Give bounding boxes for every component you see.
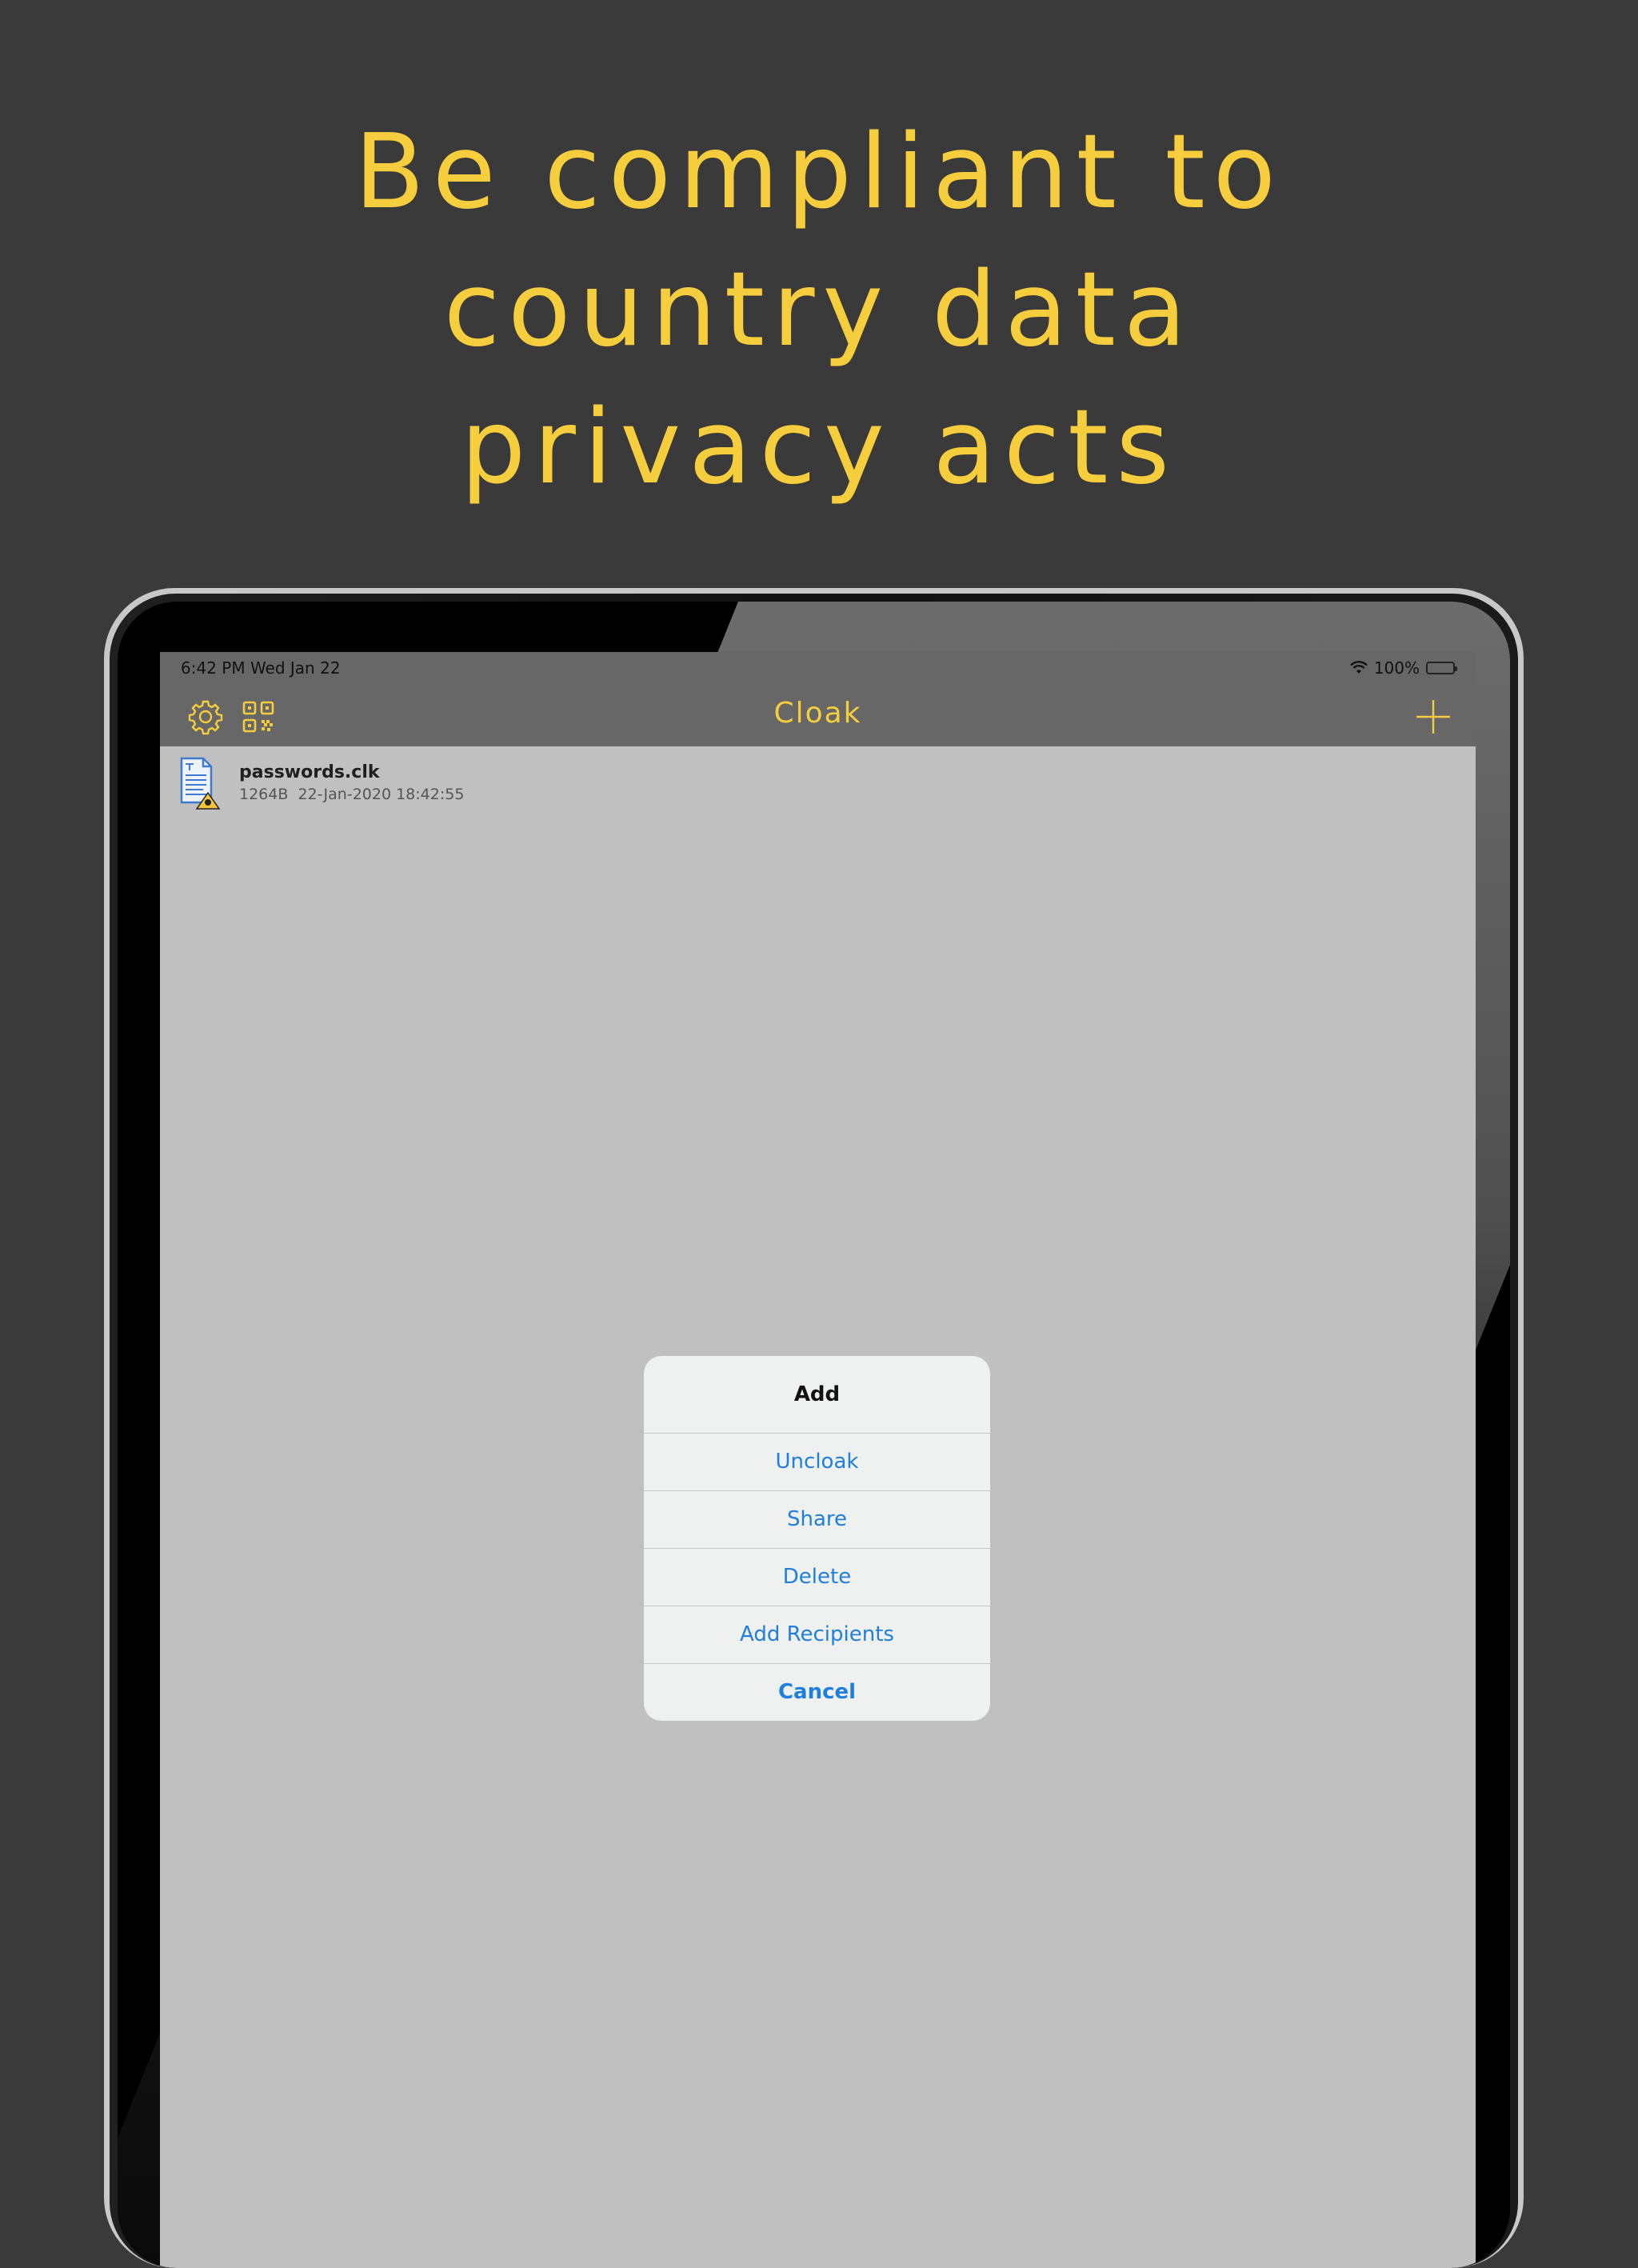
headline-line-1: Be compliant to (354, 113, 1284, 232)
cancel-button[interactable]: Cancel (644, 1664, 990, 1721)
file-name: passwords.clk (239, 762, 380, 782)
tablet-frame: 6:42 PM Wed Jan 22 100% Cloak passwords.… (104, 588, 1524, 2268)
battery-icon (1426, 662, 1457, 674)
file-meta: 1264B 22-Jan-2020 18:42:55 (239, 786, 465, 803)
uncloak-button[interactable]: Uncloak (644, 1434, 990, 1491)
delete-button[interactable]: Delete (644, 1549, 990, 1606)
plus-icon[interactable] (1415, 698, 1452, 735)
status-bar: 6:42 PM Wed Jan 22 100% (160, 652, 1476, 682)
nav-bar: Cloak (160, 682, 1476, 746)
list-item[interactable]: passwords.clk 1264B 22-Jan-2020 18:42:55 (179, 756, 659, 817)
wifi-icon (1349, 661, 1368, 674)
share-button[interactable]: Share (644, 1491, 990, 1549)
status-time: 6:42 PM Wed Jan 22 (181, 658, 341, 678)
encrypted-document-icon (180, 757, 221, 810)
battery-percent: 100% (1373, 658, 1420, 678)
alert-title: Add (644, 1356, 990, 1434)
tablet-bezel: 6:42 PM Wed Jan 22 100% Cloak passwords.… (118, 602, 1510, 2268)
app-screen: 6:42 PM Wed Jan 22 100% Cloak passwords.… (160, 652, 1476, 2268)
headline: Be compliant to country data privacy act… (0, 104, 1638, 517)
nav-title: Cloak (773, 697, 862, 730)
headline-line-3: privacy acts (460, 388, 1178, 507)
add-recipients-button[interactable]: Add Recipients (644, 1606, 990, 1664)
headline-line-2: country data (443, 250, 1195, 370)
action-alert: Add Uncloak Share Delete Add Recipients … (644, 1356, 990, 1721)
